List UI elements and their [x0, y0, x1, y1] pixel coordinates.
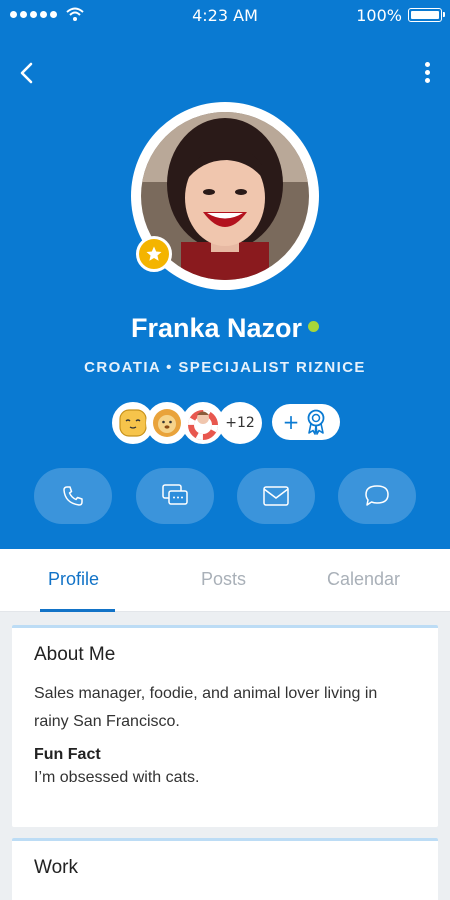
- quick-actions: [34, 468, 417, 524]
- about-me-card: About Me Sales manager, foodie, and anim…: [12, 625, 438, 827]
- profile-name: Franka Nazor: [130, 313, 303, 343]
- mail-icon: [263, 486, 289, 506]
- active-tab-indicator: [40, 609, 115, 612]
- call-button[interactable]: [34, 468, 112, 524]
- battery-percent: 100%: [356, 6, 402, 25]
- message-icon: [365, 485, 389, 506]
- profile-tabs: Profile Posts Calendar: [0, 549, 450, 612]
- add-badge-button[interactable]: +: [272, 404, 340, 440]
- star-icon: [146, 246, 162, 261]
- profile-name-row: Franka Nazor: [0, 313, 450, 344]
- tab-profile[interactable]: Profile: [48, 569, 99, 590]
- chat-icon: [162, 484, 188, 505]
- about-me-text: Sales manager, foodie, and animal lover …: [34, 685, 378, 730]
- work-card: Work: [12, 838, 438, 900]
- status-bar: 4:23 AM 100%: [0, 0, 450, 32]
- tab-posts[interactable]: Posts: [201, 569, 246, 590]
- battery-icon: [408, 8, 445, 22]
- back-icon[interactable]: [14, 60, 40, 86]
- lion-icon: [148, 404, 186, 442]
- email-button[interactable]: [237, 468, 315, 524]
- phone-icon: [63, 486, 83, 506]
- badges-more-count[interactable]: +12: [218, 402, 262, 444]
- tab-calendar[interactable]: Calendar: [327, 569, 400, 590]
- profile-header: 4:23 AM 100% Franka Nazor CROATIA • SPEC…: [0, 0, 450, 549]
- about-me-title: About Me: [34, 644, 116, 665]
- lifebuoy-icon: [184, 404, 222, 442]
- star-badge: [136, 236, 172, 272]
- fun-fact-text: I’m obsessed with cats.: [34, 769, 200, 786]
- profile-subtitle: CROATIA • SPECIJALIST RIZNICE: [84, 359, 366, 376]
- online-status-dot: [308, 321, 320, 332]
- work-title: Work: [34, 857, 78, 878]
- message-button[interactable]: [338, 468, 416, 524]
- more-options-icon[interactable]: [418, 58, 436, 88]
- add-badge-label: +: [282, 410, 300, 434]
- fun-fact-title: Fun Fact: [34, 746, 101, 763]
- chat-button[interactable]: [136, 468, 214, 524]
- award-icon: [307, 409, 325, 435]
